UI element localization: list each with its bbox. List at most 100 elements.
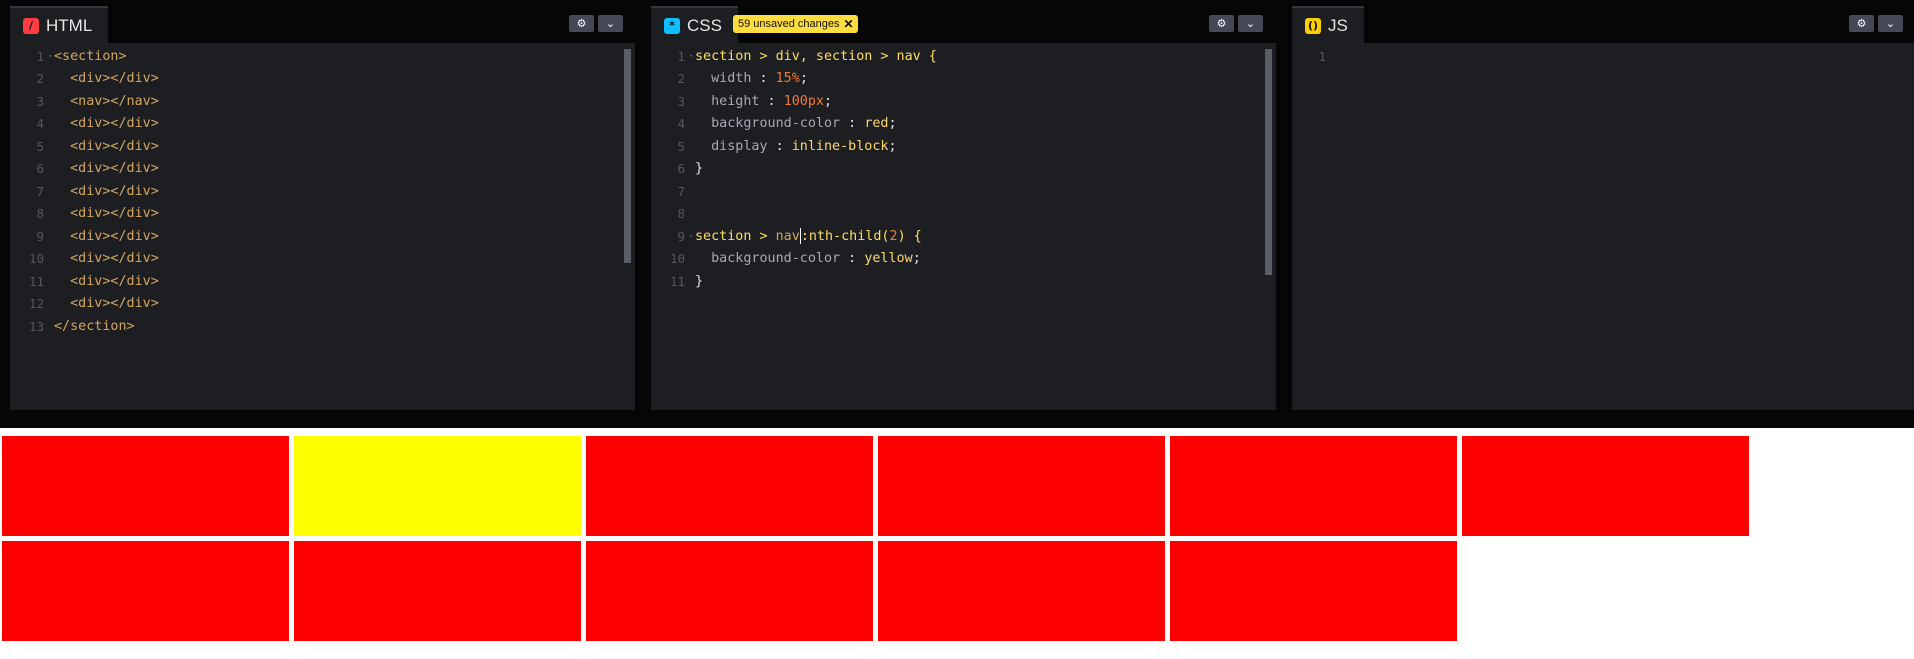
code-line[interactable]: 1 — [1292, 45, 1336, 68]
line-number: 10 — [669, 251, 685, 267]
preview-div-box — [1170, 436, 1457, 536]
code-token: nav — [775, 229, 800, 245]
code-token: <div></div> — [54, 138, 159, 154]
line-number: 1 — [36, 48, 44, 64]
line-number: 3 — [677, 93, 685, 109]
js-code-area[interactable]: 1 — [1292, 43, 1914, 410]
line-number: 7 — [36, 183, 44, 199]
preview-div-box — [586, 541, 873, 641]
gear-icon: ⚙ — [576, 17, 587, 30]
scrollbar[interactable] — [1265, 49, 1272, 275]
html-pane-header: / HTML ⚙ ⌄ — [10, 6, 635, 43]
line-number: 7 — [677, 183, 685, 199]
unsaved-changes-badge[interactable]: 59 unsaved changes ✕ — [733, 15, 858, 33]
code-token: red — [864, 116, 889, 132]
settings-button[interactable]: ⚙ — [1209, 15, 1234, 32]
code-line[interactable]: 5 <div></div> — [10, 135, 159, 158]
css-editor-pane: * CSS 59 unsaved changes ✕ ⚙ ⌄ 1 ▾ section… — [651, 6, 1276, 410]
line-number: 13 — [28, 318, 44, 334]
code-line[interactable]: 9 ▾ section > nav:nth-child(2) { — [651, 225, 922, 248]
code-line[interactable]: 1 ▾ <section> — [10, 45, 127, 68]
close-icon[interactable]: ✕ — [844, 15, 854, 33]
code-text: height : 100px; — [695, 94, 832, 109]
code-token: : — [767, 138, 792, 154]
code-line[interactable]: 9 <div></div> — [10, 225, 159, 248]
line-number: 12 — [28, 296, 44, 312]
code-line[interactable]: 7 — [651, 180, 695, 203]
code-text: <div></div> — [54, 139, 159, 154]
code-line[interactable]: 3 height : 100px; — [651, 90, 832, 113]
code-token: : — [840, 251, 865, 267]
preview-div-box — [878, 436, 1165, 536]
code-line[interactable]: 1 ▾ section > div, section > nav { — [651, 45, 937, 68]
code-line[interactable]: 2 <div></div> — [10, 68, 159, 91]
tab-css[interactable]: * CSS — [651, 6, 738, 43]
tab-js[interactable]: () JS — [1292, 6, 1364, 43]
code-line[interactable]: 8 <div></div> — [10, 203, 159, 226]
tab-label: JS — [1328, 15, 1348, 35]
js-file-icon: () — [1305, 17, 1321, 34]
code-line[interactable]: 3 <nav></nav> — [10, 90, 159, 113]
resize-bar[interactable] — [0, 411, 1914, 428]
tab-label: HTML — [46, 15, 93, 35]
line-number: 5 — [36, 138, 44, 154]
css-pane-header: * CSS 59 unsaved changes ✕ ⚙ ⌄ — [651, 6, 1276, 43]
code-token: <div></div> — [54, 183, 159, 199]
code-token: ; — [912, 251, 921, 267]
code-token: <nav></nav> — [54, 93, 159, 109]
css-code-area[interactable]: 1 ▾ section > div, section > nav {2 width … — [651, 43, 1276, 410]
code-line[interactable]: 4 <div></div> — [10, 113, 158, 136]
code-token: :nth-child( — [800, 229, 890, 245]
code-text: <div></div> — [54, 229, 159, 244]
code-line[interactable]: 12 <div></div> — [10, 293, 159, 316]
code-line[interactable]: 7 <div></div> — [10, 180, 159, 203]
code-line[interactable]: 11 <div></div> — [10, 270, 159, 293]
line-number: 2 — [677, 71, 685, 87]
code-line[interactable]: 13 </section> — [10, 315, 135, 338]
gear-icon: ⚙ — [1856, 17, 1867, 30]
line-number: 5 — [677, 138, 685, 154]
code-line[interactable]: 6} — [651, 158, 703, 181]
code-line[interactable]: 10 <div></div> — [10, 248, 159, 271]
code-text: <section> — [54, 49, 127, 64]
preview-div-box — [878, 541, 1165, 641]
collapse-button[interactable]: ⌄ — [598, 15, 623, 32]
code-line[interactable]: 4 background-color : red; — [651, 113, 896, 136]
settings-button[interactable]: ⚙ — [569, 15, 594, 32]
code-line[interactable]: 5 display : inline-block; — [651, 135, 896, 158]
line-number: 3 — [36, 93, 44, 109]
code-token: height — [695, 93, 760, 109]
code-token: : — [759, 93, 784, 109]
chevron-down-icon: ⌄ — [1885, 17, 1896, 30]
code-token: <div></div> — [54, 71, 159, 87]
scrollbar[interactable] — [624, 49, 631, 263]
code-text: width : 15%; — [695, 71, 808, 86]
code-line[interactable]: 8 — [651, 203, 695, 226]
preview-div-box — [294, 541, 581, 641]
code-token: : — [840, 116, 865, 132]
code-token: display — [695, 138, 768, 154]
code-line[interactable]: 2 width : 15%; — [651, 68, 808, 91]
code-token: ) { — [897, 229, 922, 245]
tab-html[interactable]: / HTML — [10, 6, 109, 43]
settings-button[interactable]: ⚙ — [1849, 15, 1874, 32]
line-number: 1 — [1318, 48, 1326, 64]
code-token: } — [695, 161, 704, 177]
code-line[interactable]: 11} — [651, 270, 703, 293]
collapse-button[interactable]: ⌄ — [1878, 15, 1903, 32]
code-text: <div></div> — [54, 206, 159, 221]
code-text: } — [695, 161, 703, 176]
code-token: } — [695, 273, 704, 289]
html-code-area[interactable]: 1 ▾ <section> 2 <div></div> 3 <nav></nav> 4 <… — [10, 43, 635, 410]
line-number: 8 — [677, 206, 685, 222]
code-text: <div></div> — [54, 71, 159, 86]
code-token: <div></div> — [54, 251, 159, 267]
code-text: section > nav:nth-child(2) { — [695, 228, 922, 245]
collapse-button[interactable]: ⌄ — [1238, 15, 1263, 32]
code-line[interactable]: 10 background-color : yellow; — [651, 248, 921, 271]
preview-div-box — [1462, 436, 1749, 536]
code-line[interactable]: 6 <div></div> — [10, 158, 158, 181]
line-number: 8 — [36, 206, 44, 222]
code-token: section > div, section > nav { — [695, 48, 937, 64]
html-editor-pane: / HTML ⚙ ⌄ 1 ▾ <section> 2 <div></div> 3 <na… — [10, 6, 635, 410]
